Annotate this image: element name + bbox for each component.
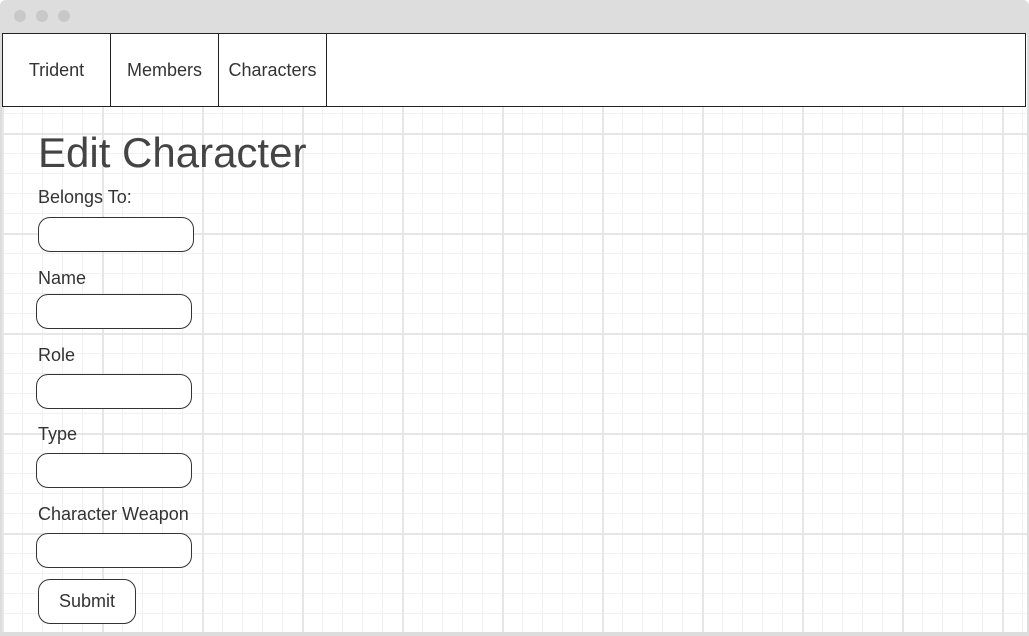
page-title: Edit Character [38, 129, 307, 176]
nav-item-members[interactable]: Members [111, 34, 219, 106]
nav-item-label: Trident [28, 59, 85, 80]
page-content: Trident Members Characters Edit Characte… [2, 33, 1027, 632]
submit-button[interactable]: Submit [38, 579, 136, 624]
window-maximize-dot-icon[interactable] [58, 10, 70, 22]
browser-window: Trident Members Characters Edit Characte… [0, 0, 1029, 636]
character-weapon-input[interactable] [36, 533, 192, 568]
name-label: Name [38, 268, 87, 288]
nav-item-label: Members [126, 59, 202, 80]
window-titlebar [0, 0, 1029, 33]
name-input[interactable] [36, 294, 192, 329]
window-minimize-dot-icon[interactable] [36, 10, 48, 22]
nav-item-characters[interactable]: Characters [219, 34, 327, 106]
navbar: Trident Members Characters [2, 33, 1026, 107]
window-close-dot-icon[interactable] [14, 10, 26, 22]
belongs-to-label: Belongs To: [38, 187, 132, 207]
role-input[interactable] [36, 374, 192, 409]
nav-item-trident[interactable]: Trident [3, 34, 111, 106]
role-label: Role [38, 345, 76, 365]
type-input[interactable] [36, 453, 192, 488]
belongs-to-input[interactable] [38, 217, 194, 252]
character-weapon-label: Character Weapon [38, 504, 189, 524]
type-label: Type [38, 424, 78, 444]
nav-item-label: Characters [228, 59, 317, 80]
